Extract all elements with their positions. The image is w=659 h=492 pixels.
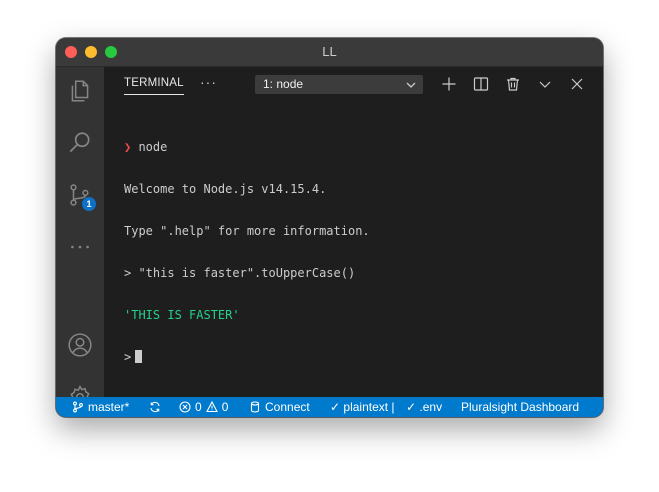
title-bar: LL [56, 38, 603, 67]
sync-icon [150, 401, 160, 413]
files-icon [71, 80, 89, 102]
terminal-panel: TERMINAL ··· 1: node ❯ node Welcome to N… [104, 67, 603, 397]
database-icon [250, 401, 260, 413]
terminal-line: Type ".help" for more information. [124, 224, 370, 238]
terminal-line-output: 'THIS IS FASTER' [124, 308, 240, 322]
terminal-select[interactable]: 1: node [255, 75, 423, 94]
status-bar: master* 0 0 Connect ✓ plaintext | ✓ .env… [56, 397, 603, 417]
terminal-output[interactable]: ❯ node Welcome to Node.js v14.15.4. Type… [124, 112, 593, 392]
terminal-line: Welcome to Node.js v14.15.4. [124, 182, 327, 196]
trash-icon[interactable] [505, 76, 521, 92]
branch-status[interactable]: master* [72, 397, 129, 417]
terminal-cursor [135, 350, 143, 363]
search-button[interactable] [56, 119, 104, 167]
connect-button[interactable]: Connect [249, 397, 310, 417]
chevron-up-down-icon[interactable] [537, 76, 553, 92]
source-control-badge: 1 [82, 197, 96, 211]
git-branch-icon [73, 401, 83, 413]
env-status[interactable]: ✓ .env [406, 397, 442, 417]
close-panel-icon[interactable] [569, 76, 585, 92]
pluralsight-dashboard-button[interactable]: Pluralsight Dashboard [461, 397, 579, 417]
activity-bar: 1 [56, 67, 104, 409]
accounts-button[interactable] [56, 321, 104, 369]
split-terminal-icon[interactable] [473, 76, 489, 92]
problems-status[interactable]: 0 0 [179, 397, 228, 417]
warning-icon [205, 401, 218, 413]
terminal-select-value: 1: node [263, 77, 304, 91]
terminal-line-prompt: > [124, 350, 593, 364]
window-title: LL [322, 44, 337, 59]
terminal-line: > "this is faster".toUpperCase() [124, 266, 356, 280]
add-icon[interactable] [441, 76, 457, 92]
language-mode-status[interactable]: ✓ plaintext | [330, 397, 395, 417]
sync-button[interactable] [149, 397, 165, 417]
vscode-window: LL 1 TERMINAL ··· 1: node ❯ node Welcome… [56, 38, 603, 417]
chevron-down-icon [406, 82, 416, 88]
ellipsis-icon [71, 245, 89, 249]
panel-header: TERMINAL ··· 1: node [104, 67, 603, 102]
explorer-button[interactable] [56, 67, 104, 115]
account-icon [68, 333, 92, 357]
error-icon [179, 401, 191, 413]
terminal-line: ❯ node [124, 140, 168, 154]
more-views-button[interactable] [56, 223, 104, 271]
source-control-button[interactable]: 1 [56, 171, 104, 219]
tab-terminal[interactable]: TERMINAL [124, 77, 184, 95]
search-icon [69, 132, 90, 153]
panel-more-icon[interactable]: ··· [200, 74, 217, 90]
